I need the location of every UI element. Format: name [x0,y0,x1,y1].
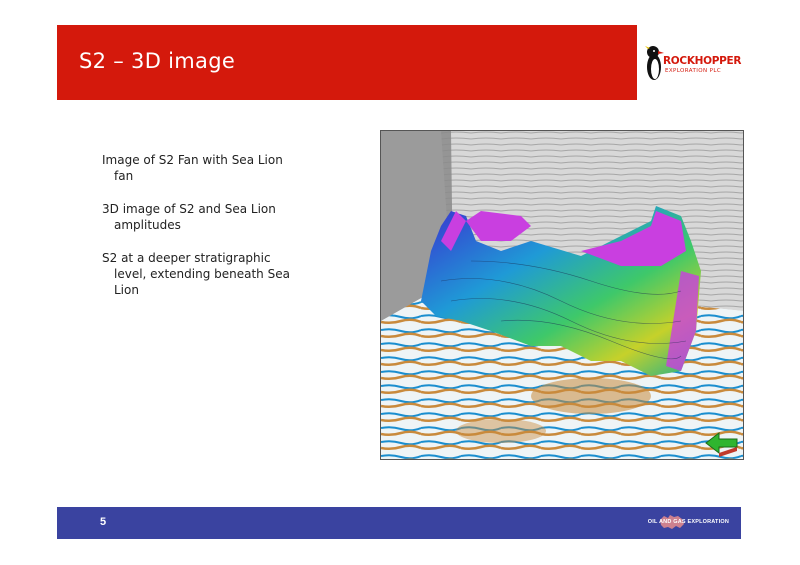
seismic-render [381,131,743,459]
footer-tagline: OIL AND GAS EXPLORATION [647,519,729,525]
page-number: 5 [100,516,107,528]
logo-name: ROCKHOPPER [663,55,742,67]
bullet-list: Image of S2 Fan with Sea Lion fan 3D ima… [102,152,302,315]
slide-footer: 5 OIL AND GAS EXPLORATION [57,507,741,539]
bullet-item: S2 at a deeper stratigraphic level, exte… [102,251,290,297]
seismic-3d-image [380,130,744,460]
bullet-item: 3D image of S2 and Sea Lion amplitudes [102,202,276,232]
slide-title: S2 – 3D image [79,49,236,73]
slide-header: S2 – 3D image ROCKHOPPER EXPLORATION PLC [57,25,742,100]
logo-subtitle: EXPLORATION PLC [665,68,722,74]
company-logo: ROCKHOPPER EXPLORATION PLC [637,25,742,100]
bullet-item: Image of S2 Fan with Sea Lion fan [102,153,283,183]
penguin-logo-icon [645,46,664,80]
